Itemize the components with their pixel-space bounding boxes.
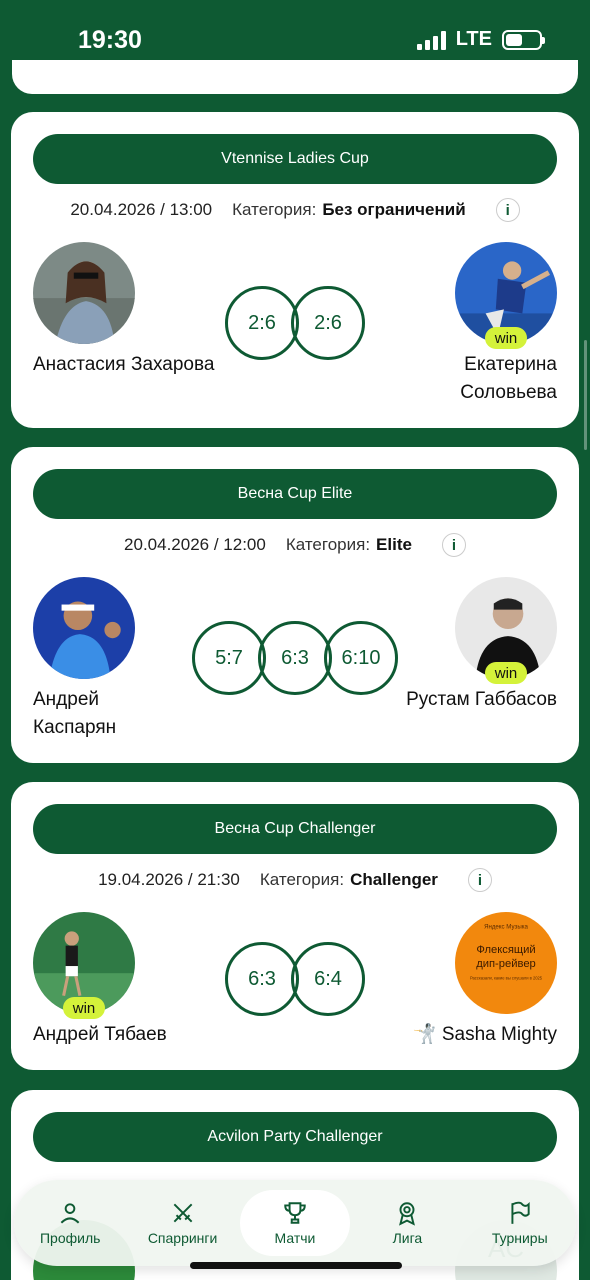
set-scores: 6:3 6:4 (225, 942, 365, 1016)
set-score: 6:3 (258, 621, 332, 695)
set-scores: 5:7 6:3 6:10 (192, 621, 398, 695)
tournament-button[interactable]: Весна Cup Elite (33, 469, 557, 519)
match-card[interactable]: Весна Cup Elite 20.04.2026 / 12:00 Катег… (11, 447, 579, 763)
network-label: LTE (455, 28, 492, 50)
nav-item-tournaments[interactable]: Турниры (465, 1190, 575, 1256)
player-name: Анастасия Захарова (33, 354, 215, 375)
avatar[interactable] (33, 242, 135, 344)
svg-text:Флексящий: Флексящий (476, 944, 535, 956)
avatar[interactable]: Яндекс Музыка Флексящий дип-рейвер Рассказа… (455, 912, 557, 1014)
match-meta: 20.04.2026 / 13:00 Категория: Без огранич… (11, 198, 579, 222)
match-category: Категория: Challenger (259, 870, 438, 889)
scrollbar[interactable] (584, 340, 587, 450)
set-score: 6:4 (291, 942, 365, 1016)
home-indicator[interactable] (190, 1262, 402, 1269)
set-score: 2:6 (225, 286, 299, 360)
match-card[interactable]: Vtennise Ladies Cup 20.04.2026 / 13:00 К… (11, 112, 579, 428)
nav-item-profile[interactable]: Профиль (15, 1190, 125, 1256)
set-score: 6:10 (324, 621, 398, 695)
medal-icon (399, 1202, 416, 1226)
info-icon[interactable]: i (467, 868, 492, 892)
win-badge: win (485, 662, 527, 684)
tournament-button[interactable]: Vtennise Ladies Cup (33, 134, 557, 184)
match-category: Категория: Без ограничений (232, 200, 466, 219)
battery-icon (502, 29, 545, 50)
nav-item-sparring[interactable]: Спарринги (128, 1190, 238, 1256)
set-score: 5:7 (192, 621, 266, 695)
match-datetime: 20.04.2026 / 13:00 (70, 200, 213, 219)
flag-icon (511, 1201, 530, 1224)
person-icon (60, 1203, 80, 1224)
crossed-swords-icon (173, 1203, 192, 1223)
info-icon[interactable]: i (441, 533, 466, 557)
player-name: Екатерина Соловьева (460, 354, 557, 403)
svg-text:Яндекс Музыка: Яндекс Музыка (484, 923, 528, 930)
win-badge: win (485, 327, 527, 349)
avatar[interactable] (33, 577, 135, 679)
set-score: 2:6 (291, 286, 365, 360)
bottom-nav: Профиль Спарринги Матчи Лига Турниры (14, 1180, 576, 1266)
status-indicators: LTE (416, 28, 545, 51)
match-datetime: 19.04.2026 / 21:30 (98, 870, 240, 889)
nav-item-league[interactable]: Лига (352, 1190, 462, 1256)
player-name: Андрей Тябаев (33, 1024, 167, 1045)
info-icon[interactable]: i (495, 198, 520, 222)
player-name: Рустам Габбасов (406, 689, 557, 710)
player-name: 🤺 Sasha Mighty (412, 1024, 557, 1045)
trophy-icon (284, 1202, 306, 1224)
nav-item-matches[interactable]: Матчи (239, 1190, 350, 1256)
tournament-button[interactable]: Acvilon Party Challenger (33, 1112, 557, 1162)
svg-text:дип-рейвер: дип-рейвер (476, 958, 536, 970)
status-time: 19:30 (78, 26, 142, 54)
previous-match-card (12, 60, 578, 94)
match-datetime: 20.04.2026 / 12:00 (124, 535, 266, 554)
set-scores: 2:6 2:6 (225, 286, 365, 360)
player-name: Андрей Каспарян (33, 689, 117, 738)
fencer-icon: 🤺 (412, 1024, 437, 1045)
match-meta: 20.04.2026 / 12:00 Категория: Elite i (11, 533, 579, 557)
win-badge: win (63, 997, 105, 1019)
match-category: Категория: Elite (285, 535, 412, 554)
match-card[interactable]: Весна Cup Challenger 19.04.2026 / 21:30 … (11, 782, 579, 1070)
signal-icon (416, 30, 446, 50)
tournament-button[interactable]: Весна Cup Challenger (33, 804, 557, 854)
match-meta: 19.04.2026 / 21:30 Категория: Challenger … (11, 868, 579, 892)
svg-text:Рассказали, какие вы слушали в: Рассказали, какие вы слушали в 2025 (470, 975, 543, 980)
set-score: 6:3 (225, 942, 299, 1016)
